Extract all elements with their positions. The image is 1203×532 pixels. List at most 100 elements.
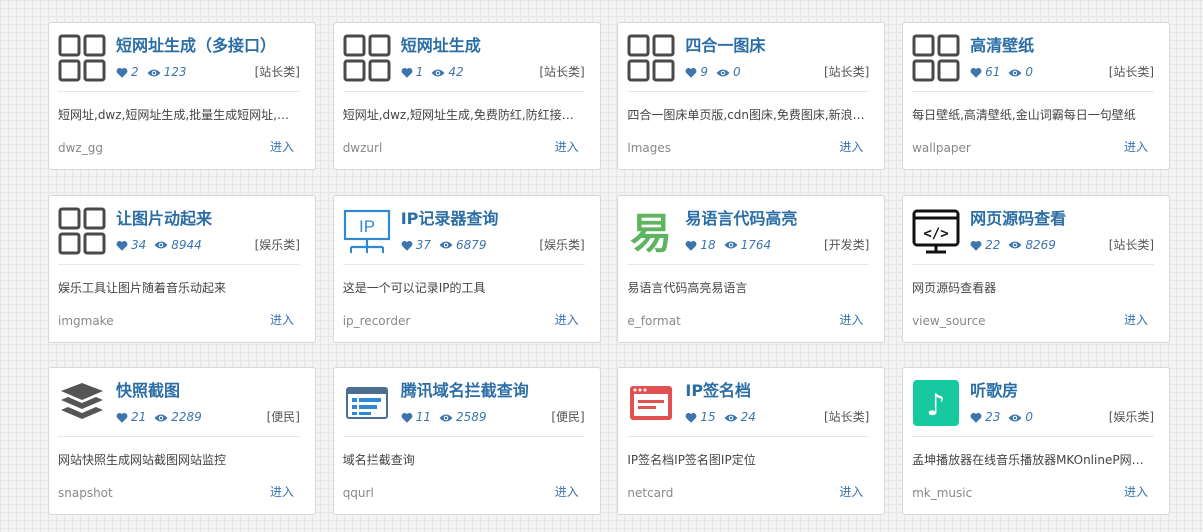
code-monitor-icon[interactable]: </> <box>912 207 960 255</box>
placeholder-squares-icon[interactable] <box>343 34 391 82</box>
code-icon-text: </> <box>923 226 948 242</box>
enter-link[interactable]: 进入 <box>1124 139 1148 155</box>
category-tag: [站长类] <box>824 410 870 424</box>
tool-card[interactable]: 短网址生成（多接口） 2 123 [站长类] 短网址,dwz,短网址生成,批量生… <box>48 22 316 170</box>
card-title[interactable]: 短网址生成 <box>401 35 481 57</box>
card-title[interactable]: 短网址生成（多接口） <box>116 35 276 57</box>
category-tag: [站长类] <box>1108 65 1155 79</box>
tool-card[interactable]: ♪ 听歌房 23 0 [娱乐类] 孟坤播放器在线音乐播放器MKOnlineP网页… <box>902 367 1171 515</box>
card-slug: dwzurl <box>342 141 383 155</box>
card-title[interactable]: 四合一图床 <box>685 35 765 57</box>
category-tag: [娱乐类] <box>1108 410 1155 424</box>
eye-icon <box>147 64 161 80</box>
divider <box>912 436 1155 437</box>
tool-card[interactable]: 四合一图床 9 0 [站长类] 四合一图床单页版,cdn图床,免费图床,新浪图床… <box>617 22 886 170</box>
card-title[interactable]: 高清壁纸 <box>970 35 1034 57</box>
heart-icon <box>685 64 697 80</box>
views-count: 8269 <box>1025 237 1056 252</box>
browser-list-icon[interactable] <box>343 379 391 427</box>
card-title[interactable]: 听歌房 <box>970 380 1018 402</box>
views-count: 2289 <box>171 410 202 424</box>
heart-icon <box>116 64 128 80</box>
ip-monitor-icon[interactable]: IP <box>343 207 391 255</box>
card-header: ♪ 听歌房 23 0 [娱乐类] <box>912 378 1154 430</box>
tool-card[interactable]: </> 网页源码查看 22 8269 [站长类] 网页源码查看器 view_so… <box>902 194 1171 343</box>
card-header: 让图片动起来 34 8944 [娱乐类] <box>58 206 300 258</box>
music-note-icon[interactable]: ♪ <box>912 379 960 427</box>
tool-card[interactable]: 高清壁纸 61 0 [站长类] 每日壁纸,高清壁纸,金山词霸每日一句壁纸 wal… <box>902 22 1171 170</box>
card-slug: e_format <box>627 313 681 328</box>
divider <box>58 91 300 92</box>
divider <box>627 263 870 265</box>
category-tag: [便民] <box>266 410 300 424</box>
card-header: IP IP记录器查询 37 6879 [娱乐类] <box>343 206 585 258</box>
card-stats: 23 0 <box>970 409 1041 425</box>
enter-link[interactable]: 进入 <box>270 139 294 155</box>
views-count: 6879 <box>455 237 487 252</box>
browser-window-icon[interactable] <box>627 379 675 427</box>
eye-icon <box>1008 409 1022 425</box>
eye-icon <box>439 409 453 425</box>
eye-icon <box>439 237 453 253</box>
yi-language-icon[interactable]: 易 <box>627 207 675 255</box>
card-header: 快照截图 21 2289 [便民] <box>58 378 300 430</box>
likes-count: 9 <box>700 65 709 79</box>
likes-count: 23 <box>985 410 1001 424</box>
enter-link[interactable]: 进入 <box>839 484 863 500</box>
enter-link[interactable]: 进入 <box>1124 484 1148 500</box>
card-header: 短网址生成 1 42 [站长类] <box>343 33 585 85</box>
divider <box>912 91 1155 92</box>
card-title[interactable]: 腾讯域名拦截查询 <box>401 380 529 402</box>
music-icon-text: ♪ <box>926 388 945 423</box>
views-count: 1764 <box>740 237 772 252</box>
enter-link[interactable]: 进入 <box>555 484 579 500</box>
card-header: </> 网页源码查看 22 8269 [站长类] <box>912 206 1154 258</box>
ip-icon-text: IP <box>359 217 375 236</box>
enter-link[interactable]: 进入 <box>270 312 294 328</box>
tool-card[interactable]: 让图片动起来 34 8944 [娱乐类] 娱乐工具让图片随着音乐动起来 imgm… <box>48 194 316 343</box>
placeholder-squares-icon[interactable] <box>58 207 106 255</box>
likes-count: 2 <box>131 65 139 79</box>
layers-icon[interactable] <box>58 379 106 427</box>
card-slug: dwz_gg <box>58 141 103 155</box>
enter-link[interactable]: 进入 <box>1124 312 1148 328</box>
card-title[interactable]: 网页源码查看 <box>970 208 1066 230</box>
eye-icon <box>1008 237 1022 253</box>
card-description: 短网址,dwz,短网址生成,免费防红,防红接口,批量生成 <box>342 108 585 122</box>
card-header: 四合一图床 9 0 [站长类] <box>627 33 869 85</box>
placeholder-squares-icon[interactable] <box>627 34 675 82</box>
heart-icon <box>685 409 697 425</box>
category-tag: [站长类] <box>1108 237 1155 252</box>
placeholder-squares-icon[interactable] <box>912 34 960 82</box>
tool-card[interactable]: 短网址生成 1 42 [站长类] 短网址,dwz,短网址生成,免费防红,防红接口… <box>332 22 601 170</box>
card-stats: 37 6879 <box>401 237 495 253</box>
eye-icon <box>1008 64 1022 80</box>
views-count: 2589 <box>455 410 487 424</box>
placeholder-squares-icon[interactable] <box>58 34 106 82</box>
tool-card[interactable]: 腾讯域名拦截查询 11 2589 [便民] 域名拦截查询 qqurl 进入 <box>332 367 601 515</box>
card-title[interactable]: 快照截图 <box>116 380 180 402</box>
tool-card[interactable]: 易 易语言代码高亮 18 1764 [开发类] 易语言代码高亮易语言 e_for… <box>617 194 886 343</box>
tool-card[interactable]: IP IP记录器查询 37 6879 [娱乐类] 这是一个可以记录IP的工具 i… <box>332 194 601 343</box>
enter-link[interactable]: 进入 <box>555 312 579 328</box>
divider <box>627 436 870 437</box>
card-slug: view_source <box>912 313 986 328</box>
tool-card[interactable]: 快照截图 21 2289 [便民] 网站快照生成网站截图网站监控 snapsho… <box>48 367 316 515</box>
card-description: IP签名档IP签名图IP定位 <box>627 453 756 467</box>
card-title[interactable]: IP签名档 <box>685 380 751 402</box>
views-count: 0 <box>1025 410 1033 424</box>
card-stats: 22 8269 <box>970 237 1064 253</box>
card-title[interactable]: IP记录器查询 <box>401 208 499 230</box>
likes-count: 11 <box>415 410 431 424</box>
card-stats: 21 2289 <box>116 409 210 425</box>
card-title[interactable]: 易语言代码高亮 <box>685 208 797 230</box>
heart-icon <box>970 409 982 425</box>
views-count: 42 <box>448 65 464 79</box>
card-title[interactable]: 让图片动起来 <box>116 208 212 230</box>
enter-link[interactable]: 进入 <box>839 312 863 328</box>
enter-link[interactable]: 进入 <box>270 484 294 500</box>
enter-link[interactable]: 进入 <box>555 139 579 155</box>
enter-link[interactable]: 进入 <box>839 139 863 155</box>
card-header: 短网址生成（多接口） 2 123 [站长类] <box>58 33 300 85</box>
tool-card[interactable]: IP签名档 15 24 [站长类] IP签名档IP签名图IP定位 netcard… <box>617 367 886 515</box>
